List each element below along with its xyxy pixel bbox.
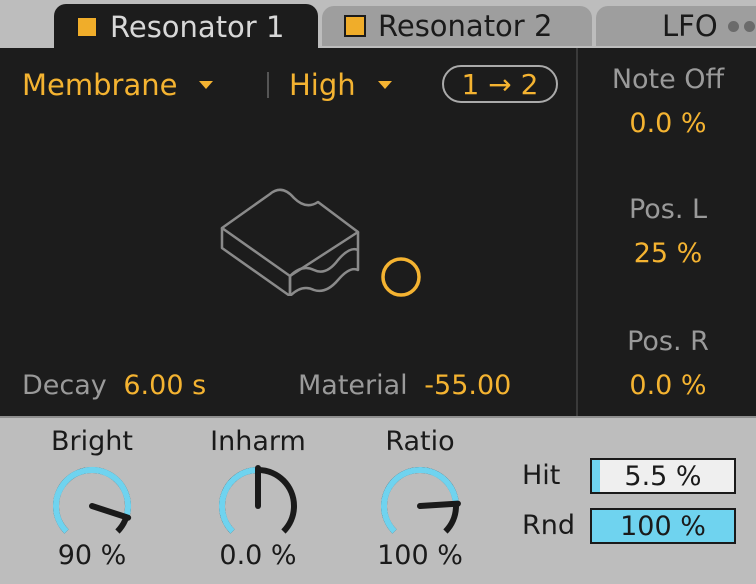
note-off-value[interactable]: 0.0 % <box>578 108 756 139</box>
routing-toggle-button[interactable]: 1 → 2 <box>442 65 558 103</box>
controls-section: Bright 90 % Inharm 0.0 % Ratio 100 % Hit… <box>0 416 756 584</box>
routing-label: 1 → 2 <box>461 67 539 101</box>
pos-l-value[interactable]: 25 % <box>578 238 756 269</box>
hit-value: 5.5 % <box>624 460 702 492</box>
inharm-knob[interactable] <box>212 460 304 552</box>
pos-l-label: Pos. L <box>628 194 708 225</box>
tab-lfo[interactable]: LFO <box>596 6 756 46</box>
material-value[interactable]: -55.00 <box>424 370 511 401</box>
bright-knob[interactable] <box>46 460 138 552</box>
knob-value-arc <box>53 467 131 534</box>
knob-needle <box>89 503 132 521</box>
bright-value: 90 % <box>57 540 127 571</box>
pos-r-label: Pos. R <box>627 326 709 357</box>
ratio-value: 100 % <box>377 540 463 571</box>
quality-dropdown[interactable]: High <box>289 68 392 102</box>
knob-needle <box>417 500 461 509</box>
knob-value-arc <box>219 467 259 534</box>
tab-toggle-checkbox[interactable] <box>344 15 366 37</box>
tab-resonator-2[interactable]: Resonator 2 <box>322 6 592 46</box>
rnd-field[interactable]: 100 % <box>590 508 736 544</box>
rnd-value: 100 % <box>620 510 706 542</box>
position-panel: Note Off 0.0 % Pos. L 25 % Pos. R 0.0 % <box>576 48 756 416</box>
inharm-label: Inharm <box>210 426 306 457</box>
tab-label: LFO <box>662 9 718 43</box>
resonator-type-value: Membrane <box>22 68 178 102</box>
resonator-panel: Membrane High 1 → 2 Decay 6.00 s Materia… <box>0 48 576 416</box>
material-param[interactable]: Material -55.00 <box>298 370 511 401</box>
excitation-position-handle[interactable] <box>378 254 424 300</box>
ratio-label: Ratio <box>385 426 455 457</box>
more-dots-icon <box>727 20 755 32</box>
material-label: Material <box>298 370 408 401</box>
knob-value-arc <box>381 467 459 534</box>
resonator-type-dropdown[interactable]: Membrane <box>22 68 214 102</box>
tab-bar: Resonator 1 Resonator 2 LFO <box>0 0 756 50</box>
quality-value: High <box>289 68 356 102</box>
inharm-value: 0.0 % <box>219 540 297 571</box>
chevron-down-icon <box>199 81 214 89</box>
decay-label: Decay <box>22 370 107 401</box>
chevron-down-icon <box>377 81 392 89</box>
pos-r-value[interactable]: 0.0 % <box>578 370 756 401</box>
tab-toggle-checkbox[interactable] <box>76 16 98 38</box>
decay-param[interactable]: Decay 6.00 s <box>22 370 206 401</box>
note-off-label: Note Off <box>611 64 725 95</box>
membrane-visual-icon <box>220 188 360 296</box>
tab-resonator-1[interactable]: Resonator 1 <box>54 4 318 50</box>
ratio-knob[interactable] <box>374 460 466 552</box>
tab-label: Resonator 2 <box>378 9 553 43</box>
hit-field[interactable]: 5.5 % <box>590 458 736 494</box>
hit-label: Hit <box>522 460 561 491</box>
rnd-label: Rnd <box>522 510 576 541</box>
hit-level-fill <box>592 460 600 492</box>
bright-label: Bright <box>51 426 133 457</box>
divider <box>267 72 269 98</box>
decay-value[interactable]: 6.00 s <box>123 370 206 401</box>
tab-label: Resonator 1 <box>110 10 285 44</box>
